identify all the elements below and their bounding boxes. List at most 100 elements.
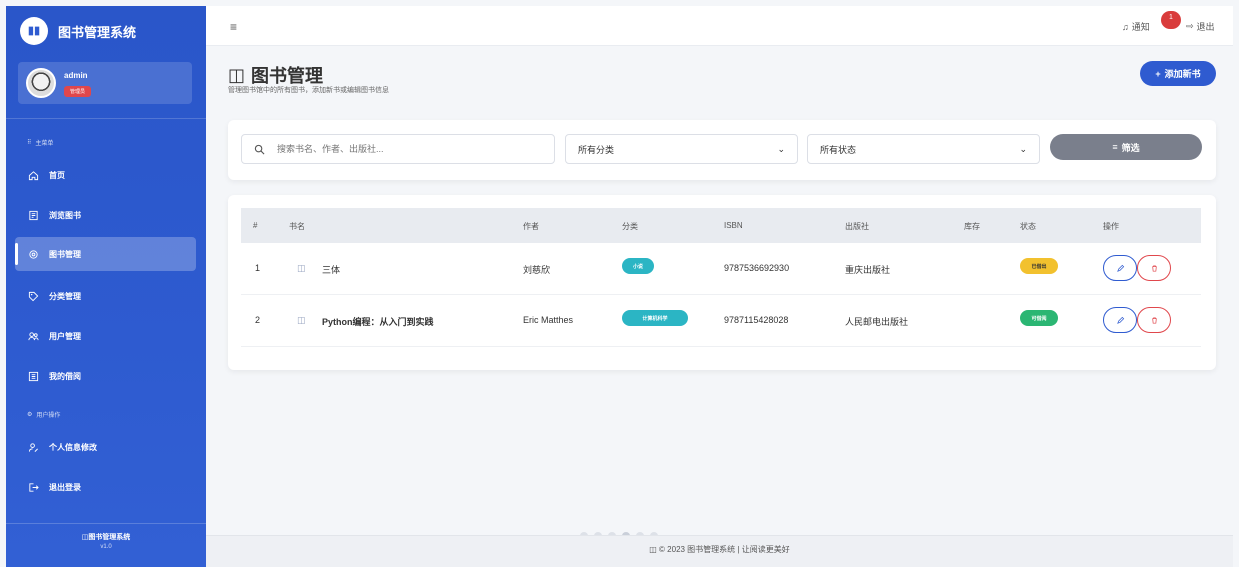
column-header: ISBN xyxy=(724,221,743,230)
sidebar-item-home[interactable]: 首页 xyxy=(15,158,196,192)
row-index: 1 xyxy=(255,263,261,273)
avatar xyxy=(26,68,56,98)
sidebar-item-label: 首页 xyxy=(49,170,65,180)
list-icon xyxy=(27,370,39,382)
sidebar-footer: ◫图书管理系统 v1.0 xyxy=(6,523,206,567)
edit-button[interactable] xyxy=(1103,307,1137,333)
home-icon xyxy=(27,169,39,181)
book-isbn: 9787115428028 xyxy=(724,315,789,325)
category-select-value: 所有分类 xyxy=(578,144,615,155)
column-header: 状态 xyxy=(1020,222,1036,231)
book-title: 三体 xyxy=(322,265,341,275)
sidebar-item-label: 分类管理 xyxy=(49,291,81,301)
status-select-value: 所有状态 xyxy=(820,144,857,155)
filter-button[interactable]: ≡ 筛选 xyxy=(1050,134,1202,160)
user-ops-label: ⚙ 用户操作 xyxy=(27,412,61,419)
sidebar-item-label: 个人信息修改 xyxy=(49,442,97,452)
category-chip: 计算机科学 xyxy=(622,310,688,326)
book-list-icon xyxy=(27,209,39,221)
sidebar-item-profile-edit[interactable]: 个人信息修改 xyxy=(15,430,196,464)
notification-count-badge: 1 xyxy=(1161,11,1181,29)
page-subtitle: 管理图书馆中的所有图书，添加新书或编辑图书信息 xyxy=(228,87,389,94)
delete-button[interactable] xyxy=(1137,307,1171,333)
pencil-icon xyxy=(1116,264,1124,272)
search-box[interactable] xyxy=(241,134,555,164)
book-isbn: 9787536692930 xyxy=(724,263,790,273)
sidebar-item-label: 退出登录 xyxy=(49,482,81,492)
notifications-button[interactable]: ♫ 通知 1 xyxy=(1122,11,1181,33)
sidebar-item-users[interactable]: 用户管理 xyxy=(15,319,196,353)
brand-title: 图书管理系统 xyxy=(58,24,137,40)
sidebar-item-label: 用户管理 xyxy=(49,331,81,341)
search-icon xyxy=(254,144,265,154)
trash-icon xyxy=(1151,316,1157,324)
column-header: 分类 xyxy=(622,222,638,231)
logout-icon xyxy=(27,481,39,493)
gear-small-icon: ⚙ xyxy=(27,412,33,418)
filter-icon: ≡ xyxy=(1112,142,1118,152)
trash-icon xyxy=(1151,264,1157,272)
book-icon: ◫ xyxy=(297,263,306,273)
table-row[interactable]: 1 ◫ 三体 刘慈欣 小说 9787536692930 重庆出版社 已借出 xyxy=(241,243,1201,295)
sidebar-item-book-management[interactable]: 图书管理 xyxy=(15,237,196,271)
chevron-down-icon: ⌄ xyxy=(777,143,785,154)
tag-icon xyxy=(27,290,39,302)
book-icon: ◫ xyxy=(297,315,306,325)
hamburger-menu-icon[interactable]: ≡ xyxy=(230,20,237,34)
book-publisher: 人民邮电出版社 xyxy=(845,317,909,327)
column-header: 库存 xyxy=(964,222,980,231)
divider xyxy=(6,118,206,119)
column-header: 操作 xyxy=(1103,222,1119,231)
filter-card: 所有分类 ⌄ 所有状态 ⌄ ≡ 筛选 xyxy=(228,120,1216,180)
logout-label: 退出 xyxy=(1196,22,1215,32)
column-header: 书名 xyxy=(289,222,305,231)
column-header: # xyxy=(253,221,258,230)
category-select[interactable]: 所有分类 ⌄ xyxy=(565,134,798,164)
users-icon xyxy=(27,330,39,342)
brand[interactable]: 图书管理系统 xyxy=(6,6,206,56)
pencil-icon xyxy=(1116,316,1124,324)
status-badge: 可借阅 xyxy=(1020,310,1058,326)
sidebar-item-label: 浏览图书 xyxy=(49,210,81,220)
bell-icon: ♫ xyxy=(1122,21,1129,32)
page-footer: ◫ © 2023 图书管理系统 | 让阅读更美好 xyxy=(206,535,1233,567)
plus-icon: + xyxy=(1155,68,1161,79)
table-row[interactable]: 2 ◫ Python编程：从入门到实践 Eric Matthes 计算机科学 9… xyxy=(241,295,1201,347)
book-publisher: 重庆出版社 xyxy=(845,265,891,275)
table-header: # 书名 作者 分类 ISBN 出版社 库存 状态 操作 xyxy=(241,208,1201,243)
search-input[interactable] xyxy=(277,144,527,154)
topbar: ≡ ♫ 通知 1 ⇨ 退出 xyxy=(206,6,1233,46)
sidebar-item-label: 我的借阅 xyxy=(49,371,81,381)
sidebar-item-logout[interactable]: 退出登录 xyxy=(15,470,196,504)
sidebar: 图书管理系统 admin 管理员 ⠿ 主菜单 首页 浏览图书 图书管理 分类管理… xyxy=(6,6,206,567)
book-logo-icon xyxy=(20,17,48,45)
sidebar-item-label: 图书管理 xyxy=(49,249,81,259)
main-menu-label: ⠿ 主菜单 xyxy=(27,140,54,147)
book-title: Python编程：从入门到实践 xyxy=(322,317,434,327)
version-label: v1.0 xyxy=(100,544,112,550)
book-icon: ◫ xyxy=(649,545,660,554)
books-table: # 书名 作者 分类 ISBN 出版社 库存 状态 操作 1 ◫ 三体 刘慈欣 … xyxy=(228,195,1216,370)
row-index: 2 xyxy=(255,315,261,325)
user-card[interactable]: admin 管理员 xyxy=(18,62,192,104)
notifications-label: 通知 xyxy=(1131,22,1150,32)
logout-button[interactable]: ⇨ 退出 xyxy=(1186,20,1215,33)
column-header: 出版社 xyxy=(845,222,869,231)
footer-text: © 2023 图书管理系统 | 让阅读更美好 xyxy=(659,545,790,554)
book-author: 刘慈欣 xyxy=(523,265,551,275)
edit-button[interactable] xyxy=(1103,255,1137,281)
category-chip: 小说 xyxy=(622,258,654,274)
book-author: Eric Matthes xyxy=(523,315,574,325)
sidebar-item-browse[interactable]: 浏览图书 xyxy=(15,198,196,232)
add-book-button[interactable]: + 添加新书 xyxy=(1140,61,1216,86)
gear-icon xyxy=(27,248,39,260)
chevron-down-icon: ⌄ xyxy=(1019,143,1027,154)
book-open-icon: ◫ xyxy=(228,64,246,85)
sidebar-item-my-borrows[interactable]: 我的借阅 xyxy=(15,359,196,393)
grid-icon: ⠿ xyxy=(27,140,32,146)
delete-button[interactable] xyxy=(1137,255,1171,281)
status-select[interactable]: 所有状态 ⌄ xyxy=(807,134,1040,164)
sidebar-item-categories[interactable]: 分类管理 xyxy=(15,279,196,313)
status-badge: 已借出 xyxy=(1020,258,1058,274)
sidebar-footer-title: ◫图书管理系统 xyxy=(81,534,131,541)
